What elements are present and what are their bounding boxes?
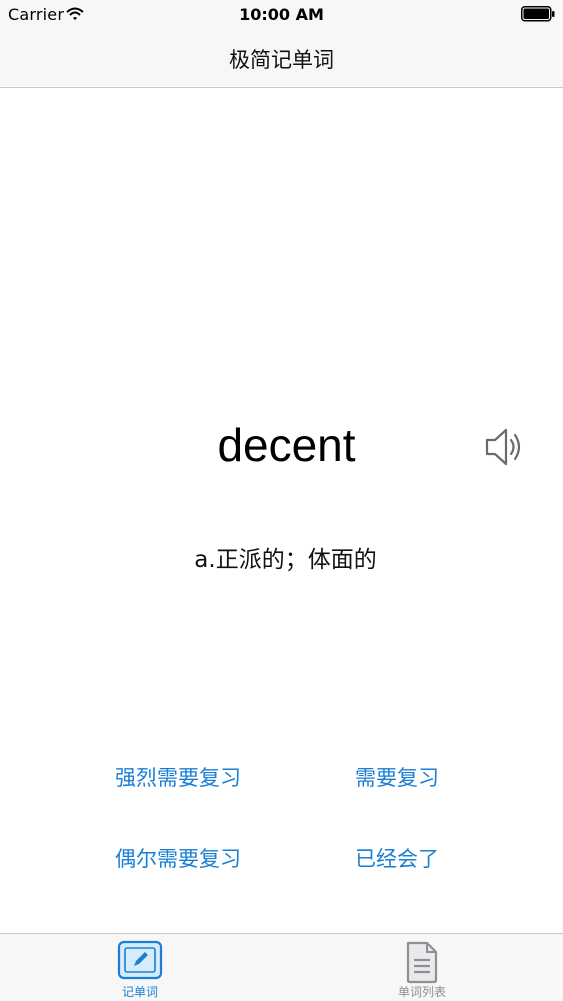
document-icon <box>404 940 440 988</box>
vocabulary-word: decent <box>217 419 356 471</box>
status-bar: Carrier 10:00 AM <box>0 0 563 30</box>
need-review-button[interactable]: 需要复习 <box>355 762 439 792</box>
tab-word-list[interactable]: 单词列表 <box>352 934 492 1001</box>
occasionally-need-review-button[interactable]: 偶尔需要复习 <box>115 843 241 873</box>
page-title: 极简记单词 <box>229 48 334 72</box>
strongly-need-review-button[interactable]: 强烈需要复习 <box>115 762 241 792</box>
navigation-bar: 极简记单词 <box>0 30 563 88</box>
speaker-icon[interactable] <box>484 425 526 473</box>
framed-pencil-icon <box>117 940 163 984</box>
word-definition: a.正派的；体面的 <box>194 547 377 573</box>
tab-label: 记单词 <box>121 985 158 999</box>
clock: 10:00 AM <box>239 5 324 24</box>
tab-bar: 记单词 单词列表 <box>0 933 563 1001</box>
battery-icon <box>521 6 555 26</box>
tab-label: 单词列表 <box>397 985 446 999</box>
already-learned-button[interactable]: 已经会了 <box>355 843 439 873</box>
tab-memorize-words[interactable]: 记单词 <box>70 934 210 1001</box>
